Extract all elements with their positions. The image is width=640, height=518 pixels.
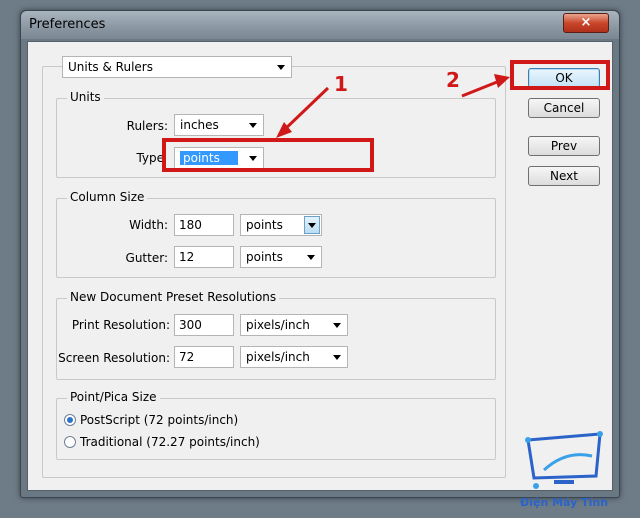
arrow-1-icon xyxy=(276,86,330,138)
arrow-2-icon xyxy=(461,74,510,98)
watermark-text: Điện Máy Tính xyxy=(520,496,609,509)
